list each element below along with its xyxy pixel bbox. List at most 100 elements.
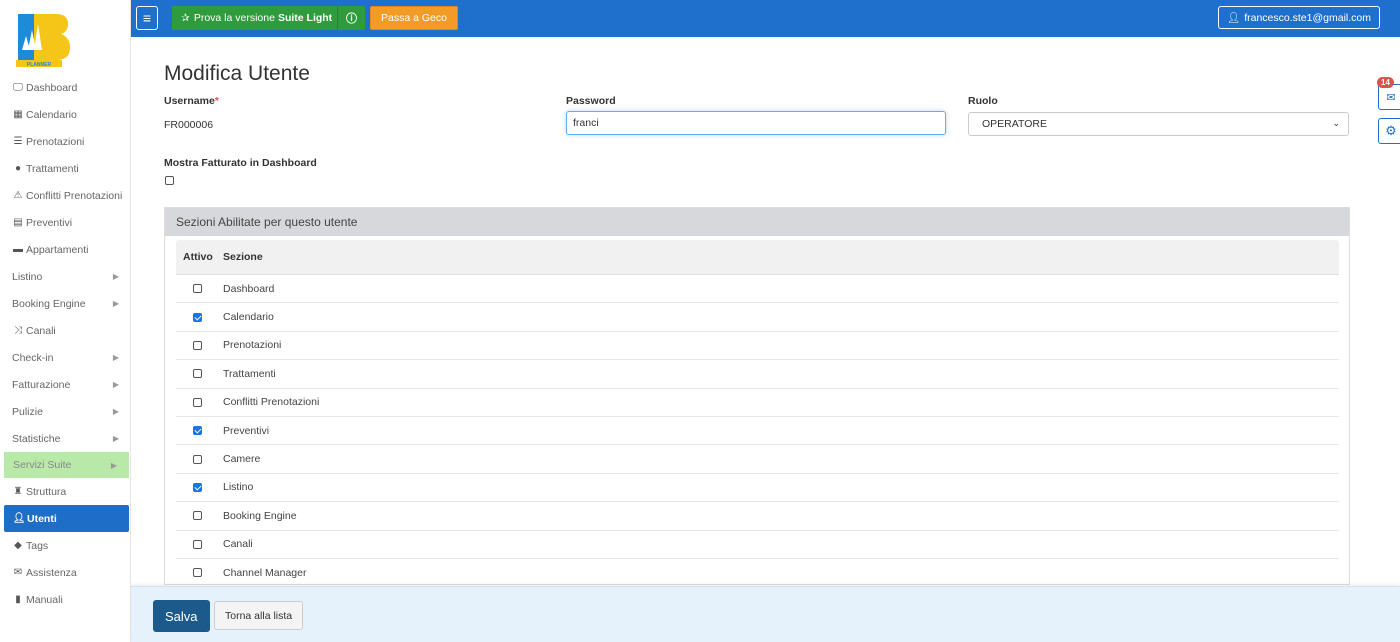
sidebar-item-manuali[interactable]: ▮ Manuali [0,586,131,613]
table-row: Preventivi [176,417,1339,446]
sidebar-item-dashboard[interactable]: 🖵 Dashboard [0,74,131,101]
sidebar-item-label: Check-in [12,351,54,364]
section-name: Prenotazioni [223,339,282,352]
sidebar-item-prenotazioni[interactable]: ☰ Prenotazioni [0,128,131,155]
planner-logo[interactable]: PLANNER [12,10,70,68]
column-header-active: Attivo [183,251,213,263]
info-button[interactable]: ⓘ [337,6,365,30]
sidebar-item-label: Dashboard [26,81,78,94]
sidebar-item-utenti[interactable]: 👤︎ Utenti [4,505,129,532]
section-active-checkbox[interactable] [193,511,202,521]
section-active-checkbox[interactable] [193,397,202,407]
table-row: Trattamenti [176,360,1339,389]
sidebar-item-fatturazione[interactable]: Fatturazione ▶ [0,371,131,398]
show-revenue-checkbox[interactable] [165,176,174,185]
sections-table: Attivo Sezione Dashboard Calendario Prenot… [176,240,1339,584]
menu-toggle-button[interactable]: ≡ [136,6,158,30]
sidebar-item-preventivi[interactable]: ▤ Preventivi [0,209,131,236]
sidebar-item-assistenza[interactable]: ✉ Assistenza [0,559,131,586]
role-label: Ruolo [968,95,998,107]
active-cell [176,482,223,492]
sidebar-item-appartamenti[interactable]: ▬ Appartamenti [0,236,131,263]
shuffle-icon: ⤨ [14,325,22,336]
sidebar-item-label: Utenti [27,512,57,525]
caret-right-icon: ▶ [112,434,119,443]
sidebar-item-calendario[interactable]: ▦ Calendario [0,101,131,128]
sidebar-item-booking-engine[interactable]: Booking Engine ▶ [0,290,131,317]
active-cell [176,511,223,521]
active-cell [176,454,223,464]
section-active-checkbox[interactable] [193,284,202,294]
caret-right-icon: ▶ [112,380,119,389]
try-suite-light-button[interactable]: ✰ Prova la versione Suite Light [172,6,342,30]
section-name: Booking Engine [223,509,297,522]
username-value: FR000006 [164,119,214,131]
geco-label: Passa a Geco [381,12,447,24]
section-active-checkbox[interactable] [193,482,202,492]
table-row: Canali [176,531,1339,559]
sidebar-item-canali[interactable]: ⤨ Canali [0,317,131,344]
table-header: Attivo Sezione [176,240,1339,275]
caret-right-icon: ▶ [112,299,119,308]
suite-light-label: Suite Light [277,12,333,24]
table-row: Conflitti Prenotazioni [176,389,1339,417]
section-name: Camere [223,453,261,466]
settings-button[interactable]: ⚙ [1378,118,1400,144]
sidebar-item-servizi-suite[interactable]: Servizi Suite ▶ [4,452,129,478]
monitor-icon: 🖵 [13,82,23,93]
sidebar-item-label: Preventivi [26,216,73,229]
sidebar-item-label: Tags [26,539,49,552]
user-email: francesco.ste1@gmail.com [1244,11,1371,24]
section-active-checkbox[interactable] [193,312,202,322]
table-row: Calendario [176,303,1339,332]
section-name: Canali [223,538,253,551]
section-name: Dashboard [223,282,275,295]
role-select[interactable]: OPERATORE ⌄ [968,112,1349,136]
bed-icon: ▬ [13,244,23,255]
sidebar-item-pulizie[interactable]: Pulizie ▶ [0,398,131,425]
save-button[interactable]: Salva [153,600,210,632]
user-account-button[interactable]: 👤︎ francesco.ste1@gmail.com [1217,6,1380,29]
required-marker: * [214,95,219,107]
password-input[interactable] [566,111,946,135]
section-active-checkbox[interactable] [193,539,202,549]
sidebar-item-statistiche[interactable]: Statistiche ▶ [0,425,131,452]
sidebar-item-trattamenti[interactable]: ● Trattamenti [0,155,131,182]
table-row: Dashboard [176,275,1339,304]
star-icon: ✰ [181,12,190,24]
sidebar-item-tags[interactable]: ◆ Tags [0,532,131,559]
column-header-section: Sezione [223,251,263,263]
section-active-checkbox[interactable] [193,340,202,350]
sidebar-nav: 🖵 Dashboard ▦ Calendario ☰ Prenotazioni ● Tr… [0,74,131,613]
tags-icon: ◆ [14,540,22,551]
hamburger-icon: ≡ [142,10,152,26]
back-to-list-button[interactable]: Torna alla lista [214,601,304,630]
warning-icon: ⚠ [13,190,23,201]
username-label: Username* [164,95,219,107]
user-icon: 👤︎ [1226,12,1241,24]
sidebar-item-label: Listino [12,270,43,283]
section-active-checkbox[interactable] [193,426,202,436]
table-row: Camere [176,445,1339,474]
section-active-checkbox[interactable] [193,568,202,578]
sidebar-item-check-in[interactable]: Check-in ▶ [0,344,131,371]
section-active-checkbox[interactable] [193,454,202,464]
sidebar-item-conflitti[interactable]: ⚠ Conflitti Prenotazioni [0,182,131,209]
sidebar-item-label: Booking Engine [12,297,86,310]
active-cell [176,312,223,322]
envelope-icon: ✉ [1386,91,1396,104]
sidebar-item-struttura[interactable]: ♜ Struttura [0,478,131,505]
gears-icon: ⚙ [1385,123,1397,138]
active-cell [176,397,223,407]
active-cell [176,426,223,436]
switch-to-geco-button[interactable]: Passa a Geco [370,6,458,30]
sidebar-item-label: Statistiche [12,432,61,445]
caret-right-icon: ▶ [112,407,119,416]
section-name: Listino [223,481,254,494]
sidebar-item-listino[interactable]: Listino ▶ [0,263,131,290]
sections-panel: Sezioni Abilitate per questo utente Atti… [164,207,1350,585]
caret-right-icon: ▶ [110,460,117,470]
section-active-checkbox[interactable] [193,369,202,379]
book-icon: ▮ [15,594,21,605]
panel-title: Sezioni Abilitate per questo utente [165,208,1349,236]
